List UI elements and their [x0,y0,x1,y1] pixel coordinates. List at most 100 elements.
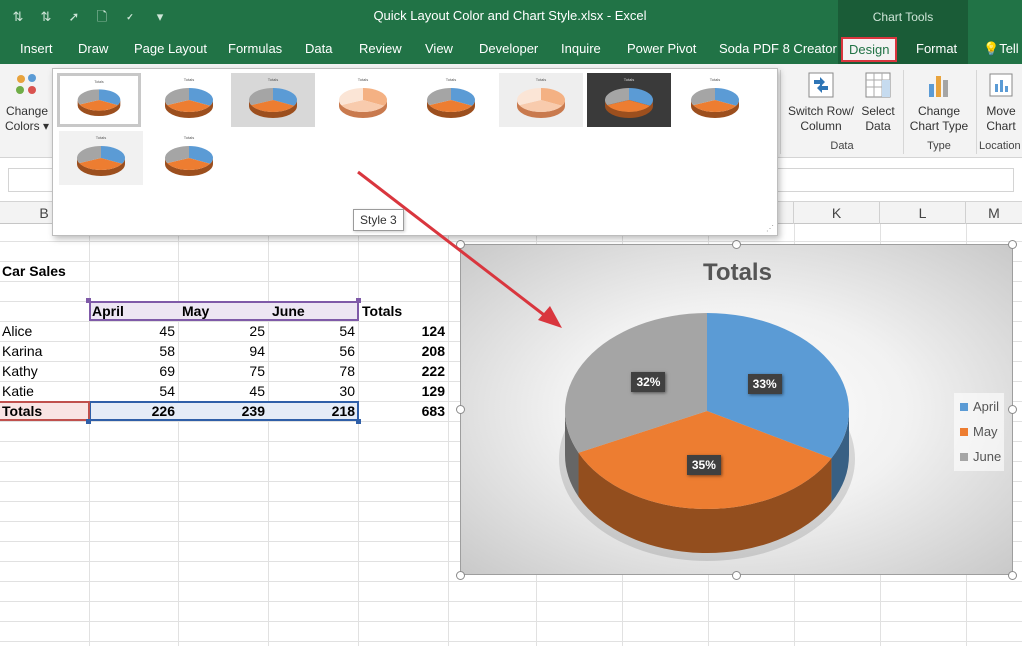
resize-grip-icon[interactable]: ⋰ [766,225,774,233]
cell-april[interactable]: 58 [89,341,178,361]
ribbon-separator [903,70,904,154]
select-cursor-icon[interactable]: ➚ [64,7,84,27]
pie-chart[interactable]: Totals 33% 35% 32% April May June [460,244,1013,575]
total-june[interactable]: 218 [268,401,358,421]
legend-item-june: June [960,449,1001,465]
header-may[interactable]: May [182,301,209,321]
select-data-icon [865,72,891,98]
chart-style-4[interactable]: Totals [321,73,405,127]
cell-may[interactable]: 25 [178,321,268,341]
total-may[interactable]: 239 [178,401,268,421]
legend-label: June [973,449,1002,464]
select-data-button[interactable]: Select Data [858,70,898,134]
row-name[interactable]: Alice [2,321,32,341]
total-april[interactable]: 226 [89,401,178,421]
cell-may[interactable]: 45 [178,381,268,401]
customize-quick-access-icon[interactable]: ▾ [150,7,170,27]
tab-power-pivot[interactable]: Power Pivot [627,40,696,60]
tab-insert[interactable]: Insert [20,40,53,60]
data-label-june[interactable]: 32% [631,372,666,393]
tab-inquire[interactable]: Inquire [561,40,601,60]
cell-total[interactable]: 124 [358,321,448,341]
row-name[interactable]: Karina [2,341,42,361]
cell-may[interactable]: 75 [178,361,268,381]
svg-text:Totals: Totals [96,135,106,140]
cell-may[interactable]: 94 [178,341,268,361]
chart-resize-handle[interactable] [732,240,741,249]
sort-ascending-icon[interactable]: ⇅ [8,7,28,27]
tab-design[interactable]: Design [841,37,898,62]
switch-row-column-button[interactable]: Switch Row/ Column [786,70,856,134]
totals-label[interactable]: Totals [2,401,42,421]
tab-tell-me[interactable]: 💡Tell [983,40,1019,60]
cell-total[interactable]: 129 [358,381,448,401]
header-totals[interactable]: Totals [362,301,402,321]
chart-style-1[interactable]: Totals [57,73,141,127]
row-name[interactable]: Katie [2,381,34,401]
header-april[interactable]: April [92,301,124,321]
cell-june[interactable]: 30 [268,381,358,401]
cell-april[interactable]: 54 [89,381,178,401]
spelling-icon[interactable]: ✓ [120,7,140,27]
move-chart-label-1: Move [986,104,1016,118]
cell-total[interactable]: 222 [358,361,448,381]
legend-swatch [960,403,968,411]
change-chart-type-button[interactable]: Change Chart Type [906,70,972,134]
tab-draw[interactable]: Draw [78,40,108,60]
dropdown-arrow-icon: ▾ [43,119,50,133]
column-header-m[interactable]: M [966,202,1022,224]
chart-resize-handle[interactable] [1008,571,1017,580]
svg-text:Totals: Totals [624,77,634,82]
tab-data[interactable]: Data [305,40,332,60]
cell-total[interactable]: 208 [358,341,448,361]
chart-resize-handle[interactable] [1008,240,1017,249]
change-colors-button[interactable]: Change Colors ▾ [4,70,50,134]
title-bar: ⇅ ⇅ ➚ 🗋 ✓ ▾ Quick Layout Color and Chart… [0,0,1022,34]
tab-view[interactable]: View [425,40,453,60]
chart-resize-handle[interactable] [456,240,465,249]
chart-style-10[interactable]: Totals [147,131,231,185]
tab-developer[interactable]: Developer [479,40,538,60]
tab-format[interactable]: Format [916,40,957,60]
cell-june[interactable]: 78 [268,361,358,381]
chart-style-5[interactable]: Totals [409,73,493,127]
tab-soda-pdf[interactable]: Soda PDF 8 Creator [719,40,837,60]
move-chart-button[interactable]: Move Chart [980,70,1022,134]
chart-style-6[interactable]: Totals [499,73,583,127]
chart-style-7[interactable]: Totals [587,73,671,127]
range-handle[interactable] [356,419,361,424]
sort-descending-icon[interactable]: ⇅ [36,7,56,27]
new-document-icon[interactable]: 🗋 [92,7,112,27]
chart-style-8[interactable]: Totals [673,73,757,127]
change-type-label-1: Change [917,104,961,118]
header-june[interactable]: June [272,301,305,321]
data-label-april[interactable]: 33% [747,373,782,394]
range-handle[interactable] [86,298,91,303]
tab-review[interactable]: Review [359,40,402,60]
svg-text:Totals: Totals [268,77,278,82]
range-handle[interactable] [356,298,361,303]
cell-april[interactable]: 69 [89,361,178,381]
chart-legend[interactable]: April May June [954,393,1004,471]
column-header-l[interactable]: L [880,202,966,224]
chart-resize-handle[interactable] [456,571,465,580]
chart-style-2[interactable]: Totals [147,73,231,127]
column-header-k[interactable]: K [794,202,880,224]
cell-april[interactable]: 45 [89,321,178,341]
grand-total[interactable]: 683 [358,401,448,421]
sheet-title[interactable]: Car Sales [2,261,66,281]
tab-formulas[interactable]: Formulas [228,40,282,60]
chart-resize-handle[interactable] [1008,405,1017,414]
chart-resize-handle[interactable] [732,571,741,580]
grid-col-line [448,224,449,646]
chart-resize-handle[interactable] [456,405,465,414]
data-label-may[interactable]: 35% [686,454,721,475]
cell-june[interactable]: 56 [268,341,358,361]
chart-styles-gallery[interactable]: Totals Totals Totals Totals Totals Totals Tota… [52,68,778,236]
cell-june[interactable]: 54 [268,321,358,341]
chart-style-9[interactable]: Totals [59,131,143,185]
chart-style-3[interactable]: Totals [231,73,315,127]
row-name[interactable]: Kathy [2,361,38,381]
tab-page-layout[interactable]: Page Layout [134,40,207,60]
range-handle[interactable] [86,419,91,424]
